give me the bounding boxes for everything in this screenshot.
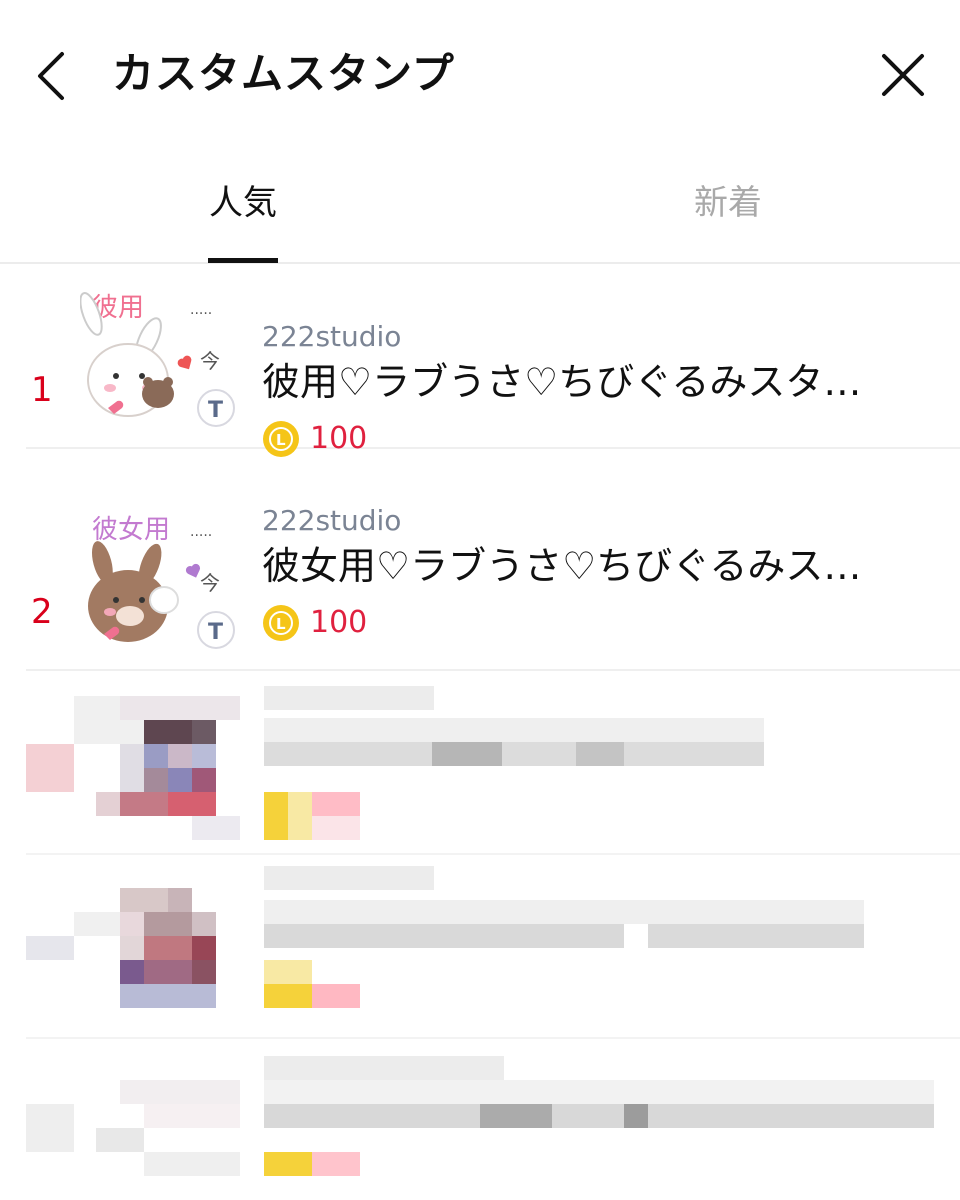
blurred-list-item xyxy=(26,1038,960,1200)
sticker-title: 彼用♡ラブうさ♡ちびぐるみスタ… xyxy=(262,360,862,404)
svg-text:.....: ..... xyxy=(190,302,212,318)
svg-text:今: 今 xyxy=(200,571,220,595)
thumb-label: 彼女用 xyxy=(92,515,170,545)
svg-text:今: 今 xyxy=(200,349,220,373)
sticker-title: 彼女用♡ラブうさ♡ちびぐるみス… xyxy=(262,544,862,588)
tab-new[interactable]: 新着 xyxy=(694,178,762,228)
close-button[interactable] xyxy=(880,52,926,98)
list-item[interactable]: 1 彼用 ..... 今 T 222studio 彼用♡ラブうさ♡ちびぐるみスタ… xyxy=(26,264,960,457)
author-name: 222studio xyxy=(262,320,402,353)
blurred-list-item xyxy=(26,670,960,855)
price-value: 100 xyxy=(310,421,368,456)
tab-bar: 人気 新着 xyxy=(0,150,960,264)
active-tab-indicator xyxy=(208,258,278,263)
close-icon xyxy=(882,54,924,96)
back-button[interactable] xyxy=(28,46,78,106)
text-sticker-badge: T xyxy=(208,398,223,423)
text-sticker-badge: T xyxy=(208,620,223,645)
page-title: カスタムスタンプ xyxy=(112,49,455,98)
svg-text:L: L xyxy=(276,431,286,449)
svg-text:.....: ..... xyxy=(190,524,212,540)
tab-popular[interactable]: 人気 xyxy=(209,178,277,228)
blurred-list-item xyxy=(26,854,960,1039)
app-header: カスタムスタンプ xyxy=(0,0,960,150)
list-item[interactable]: 2 彼女用 ..... 今 T 222studio 彼女用♡ラブうさ♡ちびぐるみ… xyxy=(26,486,960,671)
rank-number: 2 xyxy=(31,592,53,632)
line-coin-icon: L xyxy=(263,605,299,641)
author-name: 222studio xyxy=(262,504,402,537)
svg-text:L: L xyxy=(276,615,286,633)
line-coin-icon: L xyxy=(263,421,299,457)
sticker-thumbnail: 彼用 ..... 今 T xyxy=(80,292,235,427)
chevron-left-icon xyxy=(38,52,64,100)
rank-number: 1 xyxy=(31,370,53,410)
sticker-thumbnail: 彼女用 ..... 今 T xyxy=(88,515,235,649)
price-value: 100 xyxy=(310,605,368,640)
